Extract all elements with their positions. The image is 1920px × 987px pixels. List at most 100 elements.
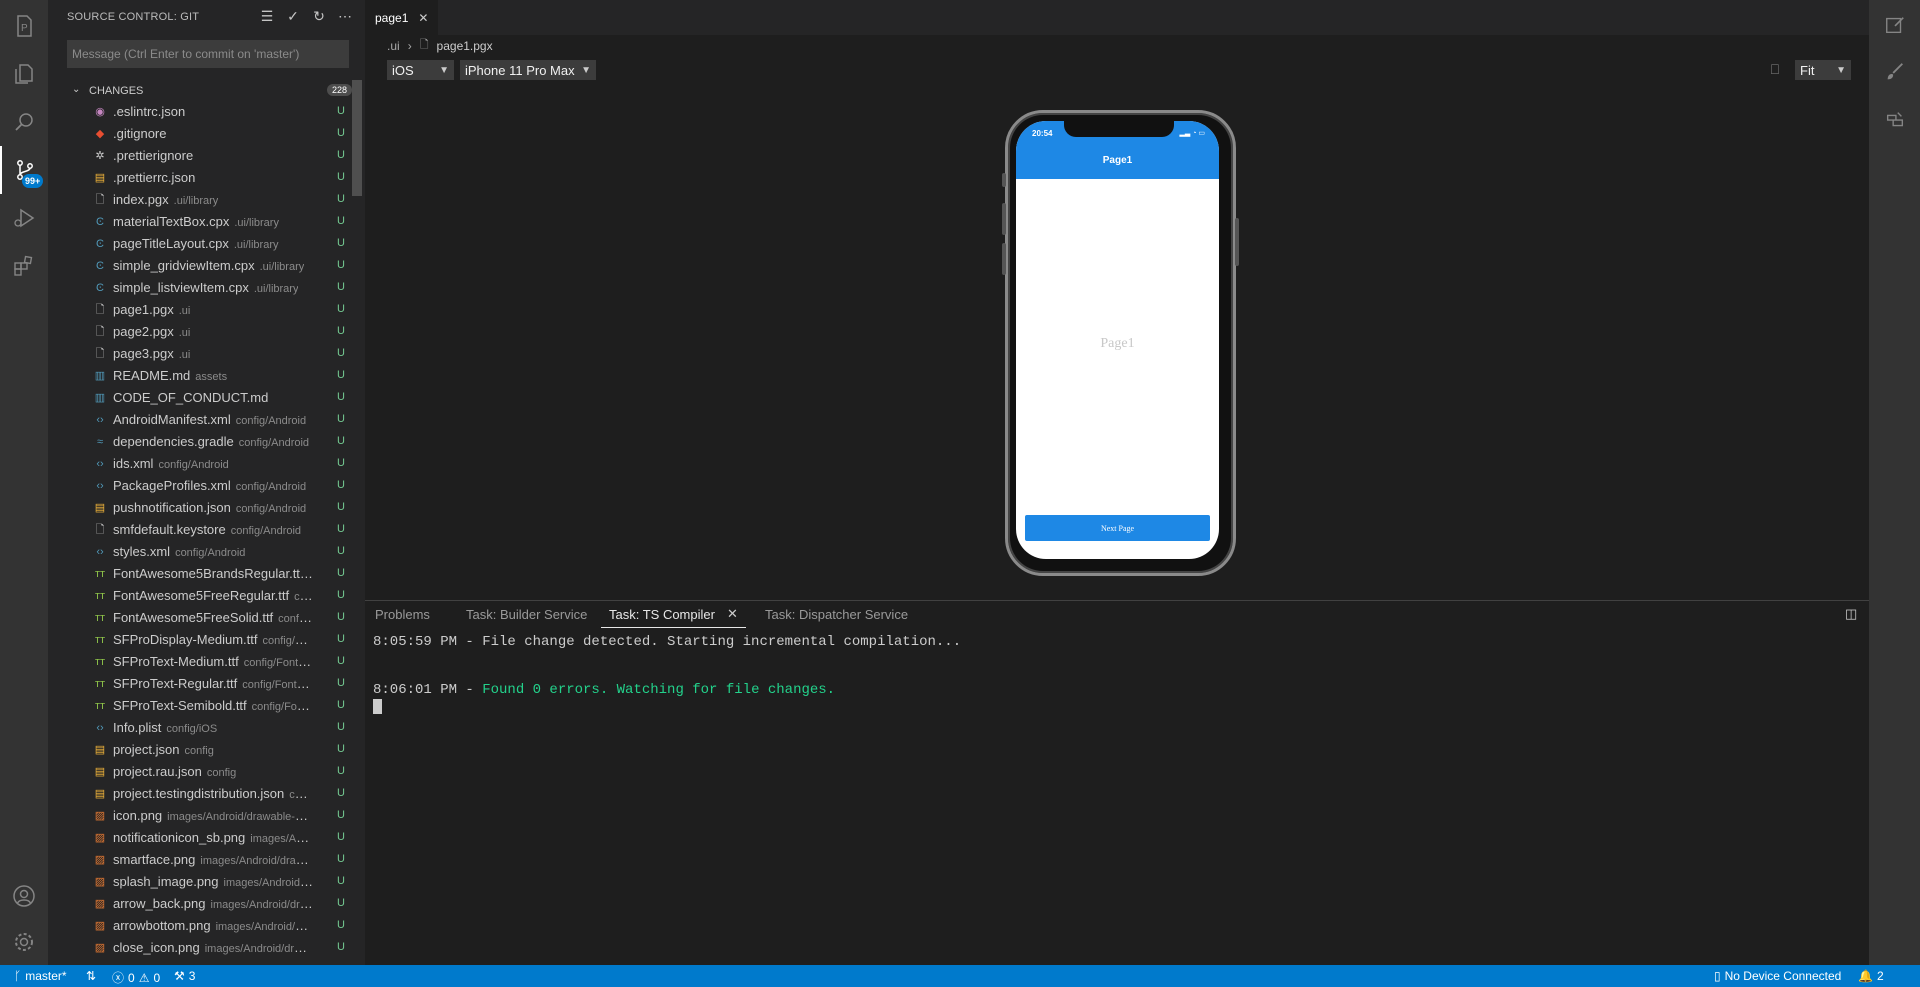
list-item[interactable]: 🗋 index.pgx .ui/library U bbox=[48, 189, 354, 211]
file-status: U bbox=[337, 743, 345, 755]
list-item[interactable]: Ͼsimple_listviewItem.cpx .ui/library U bbox=[48, 277, 354, 299]
close-icon[interactable]: ✕ bbox=[727, 606, 738, 622]
tools-status[interactable]: ⚒ 3 bbox=[174, 969, 195, 983]
edit-icon[interactable] bbox=[1869, 3, 1920, 47]
warning-count: 0 bbox=[153, 970, 161, 985]
commit-message-input[interactable]: Message (Ctrl Enter to commit on 'master… bbox=[67, 40, 349, 68]
device-status[interactable]: ▯ No Device Connected bbox=[1714, 969, 1841, 983]
source-control-icon[interactable] bbox=[0, 146, 48, 194]
list-item[interactable]: ▨ close_icon.png images/Android/draw... U bbox=[48, 937, 354, 959]
changes-header[interactable]: ⌄ CHANGES 228 bbox=[48, 81, 365, 103]
tab-page1[interactable]: page1 ✕ bbox=[365, 0, 439, 35]
list-item[interactable]: 🗋 page2.pgx .ui U bbox=[48, 321, 354, 343]
file-status: U bbox=[337, 809, 345, 821]
branch-status[interactable]: ᚴ master* bbox=[14, 969, 67, 983]
layers-icon[interactable] bbox=[1869, 98, 1920, 142]
list-item[interactable]: ‹› ids.xml config/Android U bbox=[48, 453, 354, 475]
problems-status[interactable]: ⓧ 0 ⚠ 0 bbox=[112, 969, 160, 986]
list-item[interactable]: ᴛᴛ FontAwesome5FreeRegular.ttf co... U bbox=[48, 585, 354, 607]
list-item[interactable]: ▤ project.testingdistribution.json config U bbox=[48, 783, 354, 805]
changes-file-list: ◉ .eslintrc.json U ◆ .gitignore U ✲ .prettierig… bbox=[48, 101, 354, 959]
list-item[interactable]: ≈ dependencies.gradle config/Android U bbox=[48, 431, 354, 453]
file-status: U bbox=[337, 941, 345, 953]
close-icon[interactable]: ✕ bbox=[418, 11, 428, 25]
list-item[interactable]: Ͼsimple_gridviewItem.cpx .ui/library U bbox=[48, 255, 354, 277]
file-name-text: styles.xml bbox=[113, 544, 171, 559]
run-debug-icon[interactable] bbox=[0, 194, 48, 242]
next-page-button[interactable]: Next Page bbox=[1025, 515, 1210, 541]
list-item[interactable]: ◉ .eslintrc.json U bbox=[48, 101, 354, 123]
rotate-device-icon[interactable]: ⎕ bbox=[1766, 61, 1784, 79]
refresh-icon[interactable]: ↻ bbox=[311, 8, 327, 24]
list-item[interactable]: ▤ project.rau.json config U bbox=[48, 761, 354, 783]
project-icon[interactable]: P bbox=[0, 2, 48, 50]
list-item[interactable]: ϾpageTitleLayout.cpx .ui/library U bbox=[48, 233, 354, 255]
settings-gear-icon[interactable] bbox=[0, 918, 48, 966]
list-item[interactable]: 🗋 smfdefault.keystore config/Android U bbox=[48, 519, 354, 541]
commit-check-icon[interactable]: ✓ bbox=[285, 8, 301, 24]
tab-ts-compiler[interactable]: Task: TS Compiler ✕ bbox=[601, 601, 746, 628]
file-name: .eslintrc.json bbox=[113, 104, 190, 119]
list-item[interactable]: ▨ smartface.png images/Android/drawa... U bbox=[48, 849, 354, 871]
breadcrumb-folder[interactable]: .ui bbox=[387, 39, 400, 53]
list-item[interactable]: ▤ project.json config U bbox=[48, 739, 354, 761]
list-item[interactable]: ‹› PackageProfiles.xml config/Android U bbox=[48, 475, 354, 497]
list-item[interactable]: 🗋 page1.pgx .ui U bbox=[48, 299, 354, 321]
list-item[interactable]: ▥ README.md assets U bbox=[48, 365, 354, 387]
extensions-icon[interactable] bbox=[0, 242, 48, 290]
list-item[interactable]: ‹› styles.xml config/Android U bbox=[48, 541, 354, 563]
search-icon[interactable] bbox=[0, 98, 48, 146]
more-actions-icon[interactable]: ⋯ bbox=[337, 8, 353, 24]
list-item[interactable]: ▨ notificationicon_sb.png images/And... U bbox=[48, 827, 354, 849]
list-item[interactable]: ϾmaterialTextBox.cpx .ui/library U bbox=[48, 211, 354, 233]
file-path: config/iOS bbox=[166, 723, 218, 735]
list-item[interactable]: ✲ .prettierignore U bbox=[48, 145, 354, 167]
tab-dispatcher-service[interactable]: Task: Dispatcher Service bbox=[765, 601, 908, 627]
list-item[interactable]: ᴛᴛ FontAwesome5FreeSolid.ttf config... U bbox=[48, 607, 354, 629]
list-item[interactable]: ▥ CODE_OF_CONDUCT.md U bbox=[48, 387, 354, 409]
list-item[interactable]: ◆ .gitignore U bbox=[48, 123, 354, 145]
list-item[interactable]: ▨ arrow_back.png images/Android/dra... U bbox=[48, 893, 354, 915]
account-icon[interactable] bbox=[0, 872, 48, 920]
notifications-status[interactable]: 🔔 2 bbox=[1858, 969, 1884, 983]
tab-builder-service[interactable]: Task: Builder Service bbox=[466, 601, 587, 627]
platform-select[interactable]: iOS ▼ bbox=[387, 60, 454, 80]
zoom-select[interactable]: Fit ▼ bbox=[1795, 60, 1851, 80]
list-item[interactable]: ᴛᴛ SFProDisplay-Medium.ttf config/Fo... U bbox=[48, 629, 354, 651]
list-item[interactable]: ▨ arrowbottom.png images/Android/dr... U bbox=[48, 915, 354, 937]
list-item[interactable]: ‹› AndroidManifest.xml config/Android U bbox=[48, 409, 354, 431]
list-item[interactable]: 🗋 page3.pgx .ui U bbox=[48, 343, 354, 365]
list-item[interactable]: ‹› Info.plist config/iOS U bbox=[48, 717, 354, 739]
file-path: config/Android bbox=[235, 503, 307, 515]
list-item[interactable]: ▨ splash_image.png images/Android/d... U bbox=[48, 871, 354, 893]
tools-count: 3 bbox=[188, 969, 196, 983]
file-status: U bbox=[337, 567, 345, 579]
file-name-text: FontAwesome5FreeRegular.ttf bbox=[113, 588, 290, 603]
list-item[interactable]: ▨ icon.png images/Android/drawable-hd... U bbox=[48, 805, 354, 827]
list-item[interactable]: ᴛᴛ SFProText-Regular.ttf config/Fonts/... U bbox=[48, 673, 354, 695]
explorer-icon[interactable] bbox=[0, 50, 48, 98]
list-item[interactable]: ▤ pushnotification.json config/Android U bbox=[48, 497, 354, 519]
cpx-icon: Ͼ bbox=[96, 282, 104, 294]
device-value: iPhone 11 Pro Max bbox=[465, 62, 575, 78]
file-path: images/Android/dr... bbox=[215, 921, 313, 933]
file-name: .prettierignore bbox=[113, 148, 198, 163]
file-status: U bbox=[337, 215, 345, 227]
sidebar-actions: ☰ ✓ ↻ ⋯ bbox=[259, 8, 353, 24]
json-icon: ▤ bbox=[94, 502, 106, 514]
file-name-text: FontAwesome5BrandsRegular.ttf bbox=[113, 566, 304, 581]
list-item[interactable]: ᴛᴛ SFProText-Semibold.ttf config/Font... U bbox=[48, 695, 354, 717]
brush-icon[interactable] bbox=[1869, 50, 1920, 94]
file-status: U bbox=[337, 545, 345, 557]
tab-problems[interactable]: Problems bbox=[375, 601, 430, 627]
sidebar-scrollbar[interactable] bbox=[352, 80, 362, 196]
device-select[interactable]: iPhone 11 Pro Max ▼ bbox=[460, 60, 596, 80]
breadcrumb-file[interactable]: page1.pgx bbox=[437, 39, 493, 53]
list-item[interactable]: ▤ .prettierrc.json U bbox=[48, 167, 354, 189]
list-item[interactable]: ᴛᴛ FontAwesome5BrandsRegular.ttf... U bbox=[48, 563, 354, 585]
view-as-tree-icon[interactable]: ☰ bbox=[259, 8, 275, 24]
split-panel-icon[interactable]: ◫ bbox=[1845, 606, 1861, 622]
list-item[interactable]: ᴛᴛ SFProText-Medium.ttf config/Fonts/... U bbox=[48, 651, 354, 673]
file-name: project.json config bbox=[113, 742, 214, 757]
sync-icon[interactable]: ⇅ bbox=[86, 969, 96, 983]
